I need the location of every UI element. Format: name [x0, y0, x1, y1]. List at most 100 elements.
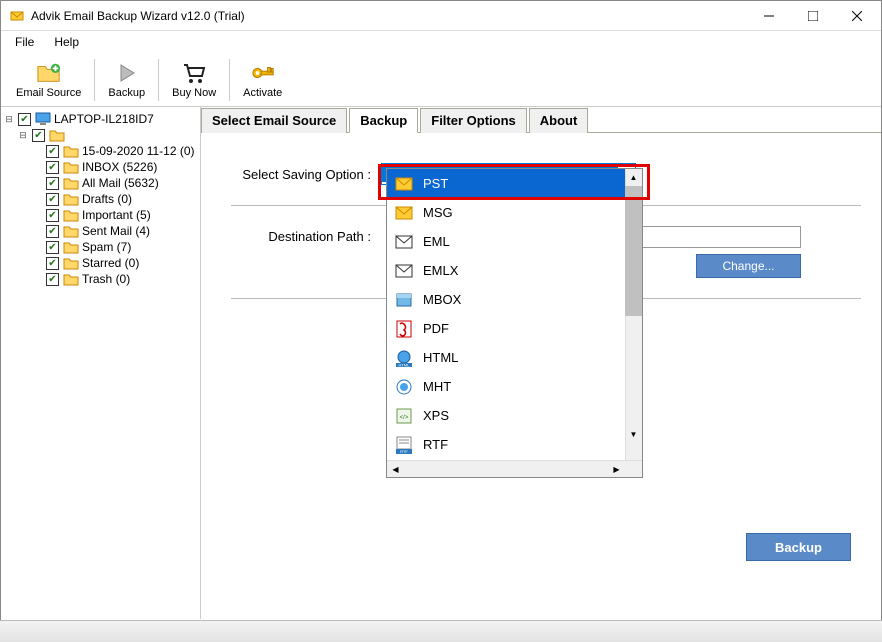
dropdown-item-label: PDF	[423, 321, 449, 336]
pdf-icon	[393, 319, 415, 339]
tree-folder[interactable]: ✔Important (5)	[31, 207, 198, 223]
tool-buy-now[interactable]: Buy Now	[163, 56, 225, 104]
dropdown-item-label: RTF	[423, 437, 448, 452]
svg-text:</>: </>	[400, 415, 409, 421]
checkbox[interactable]: ✔	[46, 225, 59, 238]
checkbox[interactable]: ✔	[46, 273, 59, 286]
scroll-left-icon[interactable]: ◀	[387, 461, 404, 478]
checkbox[interactable]: ✔	[32, 129, 45, 142]
scrollbar-thumb[interactable]	[625, 186, 642, 316]
checkbox[interactable]: ✔	[46, 193, 59, 206]
dest-path-label: Destination Path :	[221, 226, 381, 244]
menu-help[interactable]: Help	[46, 33, 87, 51]
separator	[158, 59, 159, 101]
tree-folder-label: Drafts (0)	[82, 192, 132, 206]
folder-icon	[63, 240, 79, 254]
folder-icon	[63, 272, 79, 286]
tree-folder[interactable]: ✔INBOX (5226)	[31, 159, 198, 175]
checkbox[interactable]: ✔	[46, 241, 59, 254]
folder-icon	[63, 160, 79, 174]
tree-sub-root[interactable]: ⊟ ✔	[17, 127, 198, 143]
checkbox[interactable]: ✔	[18, 113, 31, 126]
maximize-button[interactable]	[791, 2, 835, 30]
toolbar: Email Source Backup Buy Now Activate	[1, 53, 881, 107]
menu-file[interactable]: File	[7, 33, 42, 51]
tree-folder-label: Trash (0)	[82, 272, 130, 286]
checkbox[interactable]: ✔	[46, 161, 59, 174]
saving-option-dropdown[interactable]: PST MSG EML EMLX MBOX PDF HTML HTML MHT </> XPS RTF…	[386, 168, 643, 478]
monitor-icon	[35, 112, 51, 126]
folder-icon	[63, 192, 79, 206]
close-button[interactable]	[835, 2, 879, 30]
dropdown-item-rtf[interactable]: RTF RTF	[387, 430, 642, 459]
dropdown-item-mht[interactable]: MHT	[387, 372, 642, 401]
tree-folder[interactable]: ✔ 15-09-2020 11-12 (0)	[31, 143, 198, 159]
eml-icon	[393, 232, 415, 252]
folder-icon	[63, 208, 79, 222]
tree-folder[interactable]: ✔ Trash (0)	[31, 271, 198, 287]
xps-icon: </>	[393, 406, 415, 426]
dropdown-item-eml[interactable]: EML	[387, 227, 642, 256]
tab-about[interactable]: About	[529, 108, 589, 133]
spacer	[31, 161, 43, 173]
scroll-down-icon[interactable]: ▼	[625, 426, 642, 443]
tab-filter[interactable]: Filter Options	[420, 108, 527, 133]
tool-label: Email Source	[16, 87, 81, 99]
tree-folder[interactable]: ✔Starred (0)	[31, 255, 198, 271]
checkbox[interactable]: ✔	[46, 209, 59, 222]
svg-text:RTF: RTF	[400, 449, 408, 454]
scroll-up-icon[interactable]: ▲	[625, 169, 642, 186]
dropdown-item-html[interactable]: HTML HTML	[387, 343, 642, 372]
pst-icon	[393, 174, 415, 194]
tab-backup[interactable]: Backup	[349, 108, 418, 133]
checkbox[interactable]: ✔	[46, 177, 59, 190]
folder-icon	[63, 224, 79, 238]
spacer	[31, 241, 43, 253]
checkbox[interactable]: ✔	[46, 145, 59, 158]
tool-email-source[interactable]: Email Source	[7, 56, 90, 104]
tool-activate[interactable]: Activate	[234, 56, 291, 104]
scroll-right-icon[interactable]: ▶	[608, 461, 625, 478]
tree-folder[interactable]: ✔Sent Mail (4)	[31, 223, 198, 239]
separator	[229, 59, 230, 101]
collapse-icon[interactable]: ⊟	[3, 113, 15, 125]
minimize-button[interactable]	[747, 2, 791, 30]
saving-option-label: Select Saving Option :	[221, 167, 381, 182]
tree-folder[interactable]: ✔ Spam (7)	[31, 239, 198, 255]
tree-folder[interactable]: ✔ Drafts (0)	[31, 191, 198, 207]
folder-icon	[63, 144, 79, 158]
backup-button[interactable]: Backup	[746, 533, 851, 561]
folder-tree[interactable]: ⊟ ✔ LAPTOP-IL218ID7 ⊟ ✔ ✔ 15-09-2020 11-1…	[1, 107, 201, 619]
tree-folder-label: All Mail (5632)	[82, 176, 159, 190]
svg-text:HTML: HTML	[399, 362, 411, 367]
dropdown-item-xps[interactable]: </> XPS	[387, 401, 642, 430]
tree-folder-label: Spam (7)	[82, 240, 131, 254]
collapse-icon[interactable]: ⊟	[17, 129, 29, 141]
dropdown-item-mbox[interactable]: MBOX	[387, 285, 642, 314]
dropdown-item-label: HTML	[423, 350, 458, 365]
tab-select-source[interactable]: Select Email Source	[201, 108, 347, 133]
folder-icon	[63, 256, 79, 270]
dropdown-item-label: XPS	[423, 408, 449, 423]
folder-icon	[49, 128, 65, 142]
tree-folder-label: 15-09-2020 11-12 (0)	[82, 144, 195, 158]
tool-backup[interactable]: Backup	[99, 56, 154, 104]
dropdown-item-label: EMLX	[423, 263, 458, 278]
dropdown-item-pdf[interactable]: PDF	[387, 314, 642, 343]
rtf-icon: RTF	[393, 435, 415, 455]
dropdown-item-emlx[interactable]: EMLX	[387, 256, 642, 285]
msg-icon	[393, 203, 415, 223]
tool-label: Activate	[243, 87, 282, 99]
h-scrollbar[interactable]: ◀ ▶	[387, 460, 642, 477]
status-bar	[0, 620, 882, 642]
dropdown-item-msg[interactable]: MSG	[387, 198, 642, 227]
dropdown-item-label: MSG	[423, 205, 453, 220]
checkbox[interactable]: ✔	[46, 257, 59, 270]
change-button[interactable]: Change...	[696, 254, 801, 278]
scrollbar-track[interactable]: ▲ ▼	[625, 169, 642, 460]
spacer	[31, 273, 43, 285]
tree-root[interactable]: ⊟ ✔ LAPTOP-IL218ID7	[3, 111, 198, 127]
tree-folder[interactable]: ✔ All Mail (5632)	[31, 175, 198, 191]
dropdown-item-pst[interactable]: PST	[387, 169, 642, 198]
app-icon	[9, 8, 25, 24]
